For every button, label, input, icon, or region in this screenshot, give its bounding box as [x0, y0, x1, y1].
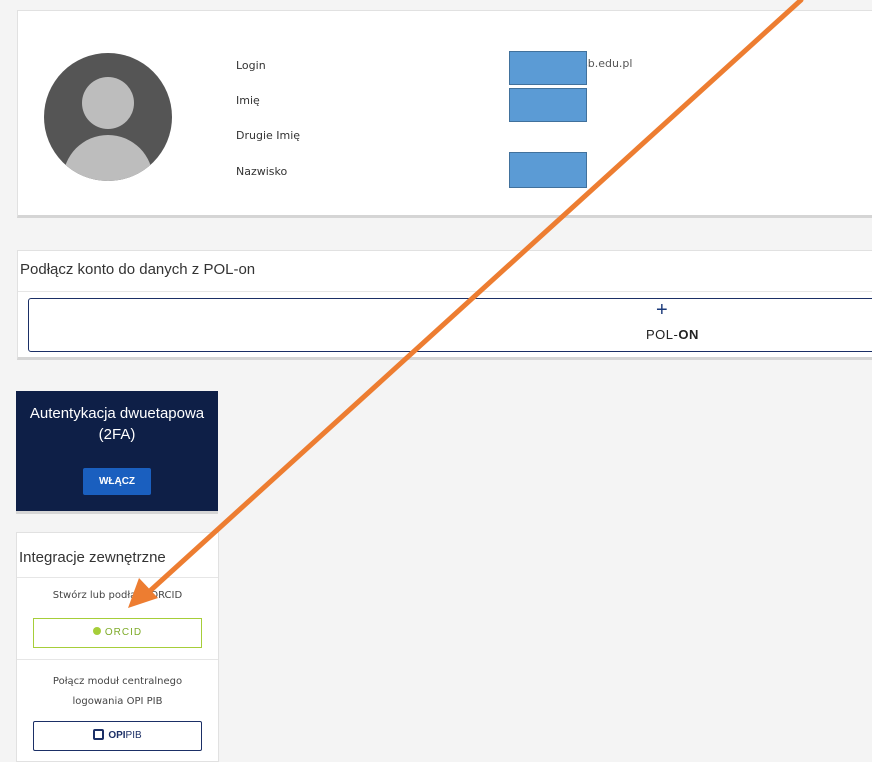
login-label: Login [236, 59, 266, 72]
connect-polon-button[interactable]: + POL-ON [28, 298, 872, 352]
avatar-head [82, 77, 134, 129]
integrations-card: Integracje zewnętrzne Stwórz lub podłącz… [16, 532, 219, 762]
plus-icon: + [656, 299, 668, 321]
orcid-button[interactable]: ORCID [33, 618, 202, 648]
middle-name-label: Drugie Imię [236, 129, 301, 142]
twofa-card: Autentykacja dwuetapowa (2FA) WŁĄCZ [16, 391, 218, 514]
polon-logo: POL-ON [646, 327, 699, 342]
orcid-icon [92, 627, 101, 636]
polon-card: Podłącz konto do danych z POL-on + POL-O… [17, 250, 872, 360]
polon-logo-left: POL- [646, 327, 679, 342]
redaction-last-name [509, 152, 587, 188]
opi-text: Połącz moduł centralnego logowania OPI P… [52, 676, 183, 707]
divider [17, 577, 218, 578]
polon-logo-right: ON [678, 327, 699, 342]
twofa-title: Autentykacja dwuetapowa (2FA) [29, 405, 205, 443]
orcid-text: Stwórz lub podłącz ORCID [52, 590, 183, 601]
avatar-body [63, 135, 153, 181]
enable-2fa-button[interactable]: WŁĄCZ [83, 468, 151, 495]
divider [17, 659, 218, 660]
opi-button-right: PIB [125, 730, 142, 741]
profile-card: Login Imię Drugie Imię Nazwisko sb.edu.p… [17, 10, 872, 218]
opi-logo-icon [93, 728, 105, 740]
first-name-label: Imię [236, 94, 260, 107]
last-name-label: Nazwisko [236, 165, 288, 178]
redaction-first-name [509, 88, 587, 122]
orcid-button-label: ORCID [104, 627, 143, 638]
opi-button-left: OPI [108, 730, 126, 741]
redaction-login [509, 51, 587, 85]
integrations-title: Integracje zewnętrzne [19, 549, 166, 566]
login-value: sb.edu.pl [582, 57, 633, 70]
avatar [44, 53, 172, 181]
divider [18, 291, 872, 292]
polon-title: Podłącz konto do danych z POL-on [20, 261, 256, 278]
